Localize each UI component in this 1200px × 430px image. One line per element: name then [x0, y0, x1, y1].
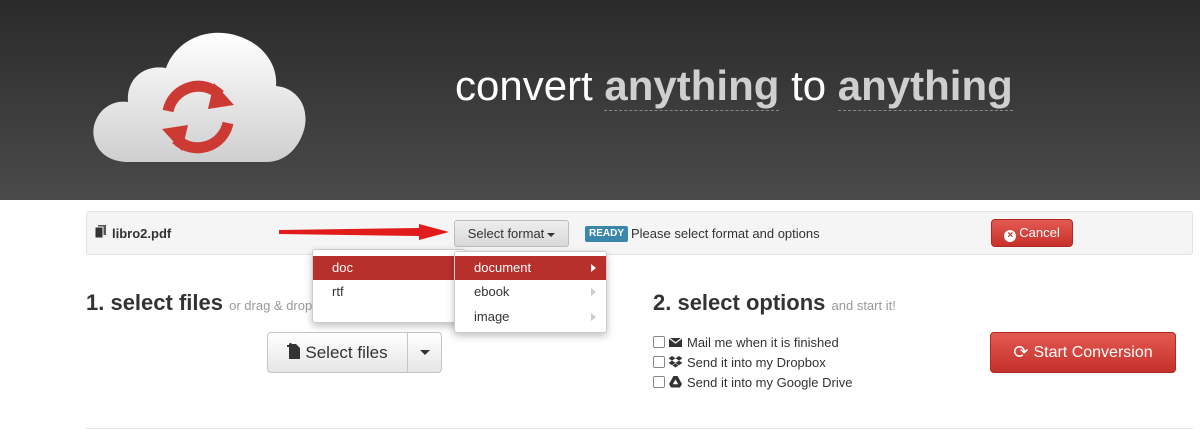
category-item-label: image [474, 309, 510, 324]
option-google-drive: Send it into my Google Drive [653, 374, 852, 390]
select-format-label: Select format [467, 226, 545, 241]
caret-down-icon [419, 350, 430, 356]
header-banner: convert anything to anything [0, 0, 1200, 200]
file-row: libro2.pdf Select format READY Please se… [86, 211, 1193, 255]
format-item-rtf[interactable]: rtf [313, 280, 464, 304]
format-item-label: rtf [332, 284, 344, 299]
category-item-document[interactable]: document [455, 256, 606, 280]
cancel-label: Cancel [1019, 225, 1060, 240]
dropbox-icon [668, 356, 683, 368]
tagline-word-2: anything [604, 62, 780, 111]
divider [86, 428, 1193, 429]
select-format-button[interactable]: Select format [454, 220, 569, 247]
mail-checkbox[interactable] [653, 336, 665, 348]
option-dropbox: Send it into my Dropbox [653, 354, 826, 370]
category-item-label: ebook [474, 284, 510, 299]
chevron-right-icon [591, 288, 596, 296]
section1-title: 1. select files [86, 290, 223, 315]
start-conversion-label: Start Conversion [1033, 344, 1153, 361]
cancel-button[interactable]: × Cancel [991, 219, 1073, 247]
tagline-word-3: to [791, 62, 827, 109]
red-arrow-annotation [279, 224, 449, 240]
category-item-label: document [474, 260, 532, 275]
dropbox-checkbox[interactable] [653, 356, 665, 368]
category-item-image[interactable]: image [455, 305, 606, 329]
chevron-right-icon [591, 264, 596, 272]
option-label: Send it into my Google Drive [687, 374, 853, 390]
chevron-right-icon [591, 313, 596, 321]
format-category-menu: document ebook image [454, 251, 607, 333]
select-files-dropdown-toggle[interactable] [408, 332, 442, 373]
status-badge: READY [585, 226, 629, 242]
category-item-ebook[interactable]: ebook [455, 280, 606, 304]
format-item-label: doc [332, 260, 353, 275]
google-drive-checkbox[interactable] [653, 376, 665, 388]
option-label: Send it into my Dropbox [687, 354, 826, 370]
select-files-label: Select files [305, 343, 388, 362]
section2-subtitle: and start it! [831, 298, 896, 313]
refresh-icon: ⟳ [1013, 342, 1029, 362]
section2-title: 2. select options [653, 290, 826, 315]
format-list-menu: doc rtf [312, 249, 465, 323]
cloud-convert-logo [93, 32, 306, 162]
format-item-doc[interactable]: doc [313, 256, 464, 280]
close-circle-icon: × [1004, 230, 1017, 242]
tagline-word-1: convert [455, 62, 593, 109]
select-files-group: Select files [267, 332, 442, 373]
tagline-word-4: anything [837, 62, 1013, 111]
add-file-icon [287, 335, 301, 359]
file-name: libro2.pdf [112, 226, 172, 241]
start-conversion-button[interactable]: ⟳ Start Conversion [990, 332, 1176, 373]
option-label: Mail me when it is finished [687, 334, 839, 350]
caret-down-icon [547, 232, 556, 237]
status-text: Please select format and options [631, 226, 820, 241]
envelope-icon [668, 336, 683, 348]
option-mail: Mail me when it is finished [653, 334, 839, 350]
page: convert anything to anything libro2.pdf … [0, 0, 1200, 430]
files-icon [94, 225, 107, 241]
google-drive-icon [669, 376, 682, 388]
select-files-button[interactable]: Select files [267, 332, 408, 373]
tagline: convert anything to anything [455, 62, 1013, 111]
section-select-options-title: 2. select options and start it! [653, 290, 896, 316]
